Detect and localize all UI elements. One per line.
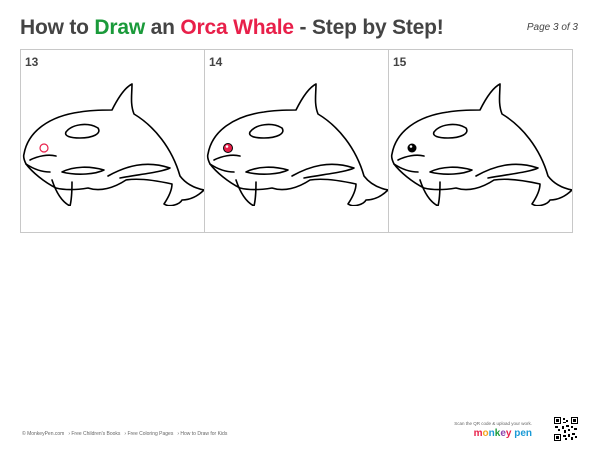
title-suffix: - Step by Step!	[293, 16, 444, 39]
orca-drawing	[206, 83, 388, 206]
page-title: How to Draw an Orca Whale - Step by Step…	[20, 16, 444, 40]
title-draw-word: Draw	[94, 16, 145, 39]
brand-logo: monkey pen	[473, 428, 532, 439]
step-number: 13	[25, 55, 39, 69]
steps-grid: 13 14 15	[20, 49, 573, 233]
step-panel-14: 14	[205, 50, 389, 232]
title-middle: an	[144, 16, 181, 39]
footer-link-books[interactable]: › Free Children's Books	[68, 431, 120, 437]
step-panel-15: 15	[389, 50, 572, 232]
title-prefix: How to	[20, 16, 95, 39]
eye-highlight	[409, 145, 413, 148]
step-panel-13: 13	[21, 50, 205, 232]
footer-brand-block: Scan the QR code & upload your work. mon…	[454, 421, 532, 439]
footer-copyright[interactable]: © MonkeyPen.com	[22, 431, 64, 437]
footer-link-drawing[interactable]: › How to Draw for Kids	[177, 431, 227, 437]
step-number: 15	[393, 55, 407, 69]
title-subject: Orca Whale	[180, 16, 294, 39]
scan-instruction: Scan the QR code & upload your work.	[454, 421, 532, 426]
eye-filled	[407, 143, 417, 153]
eye-filled	[223, 143, 233, 153]
page-number: Page 3 of 3	[526, 22, 578, 33]
footer-link-coloring[interactable]: › Free Coloring Pages	[124, 431, 173, 437]
step-number: 14	[209, 55, 223, 69]
eye-guide-circle	[39, 143, 49, 153]
orca-drawing	[390, 83, 572, 206]
qr-code-icon	[554, 417, 578, 441]
footer-links: © MonkeyPen.com › Free Children's Books …	[22, 431, 227, 437]
orca-drawing	[22, 83, 204, 206]
eye-highlight	[225, 145, 229, 148]
